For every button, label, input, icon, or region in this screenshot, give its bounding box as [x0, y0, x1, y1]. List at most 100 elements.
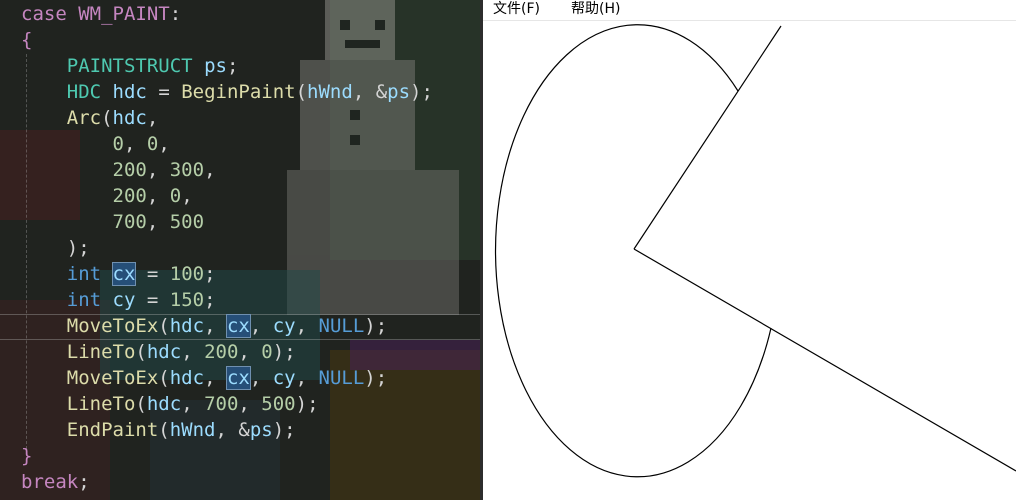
code-line[interactable]: EndPaint(hWnd, &ps); [21, 417, 296, 443]
code-token: HDC [66, 81, 102, 103]
code-token: { [21, 29, 33, 51]
code-token: hdc [146, 393, 182, 415]
code-token: ( [135, 341, 147, 363]
code-token: 500 [261, 393, 296, 415]
code-token: , [249, 367, 273, 389]
code-line[interactable]: MoveToEx(hdc, cx, cy, NULL); [21, 313, 387, 339]
code-token: 700 [204, 393, 239, 415]
code-token: hWnd [169, 419, 216, 441]
code-line[interactable]: 700, 500 [21, 209, 205, 235]
code-token: , & [352, 81, 388, 103]
code-token: , [204, 367, 227, 389]
drawn-line-lower [633, 248, 1016, 472]
code-token: , [295, 315, 319, 337]
code-token: int [66, 289, 102, 311]
code-token: 0 [261, 341, 273, 363]
code-token: cy [272, 367, 296, 389]
code-token: hdc [112, 107, 147, 129]
code-token: , [181, 185, 193, 207]
code-token: ); [364, 315, 388, 337]
code-token: hdc [146, 341, 182, 363]
code-token: ( [158, 367, 170, 389]
code-token: 500 [169, 211, 205, 233]
code-token: NULL [318, 315, 365, 337]
code-token: ); [295, 393, 319, 415]
code-token: ); [364, 367, 388, 389]
code-token: , [123, 133, 147, 155]
drawn-line-upper [633, 25, 782, 250]
code-token: ps [387, 81, 411, 103]
code-line[interactable]: break; [21, 469, 90, 495]
code-line[interactable]: ); [21, 235, 90, 261]
code-token: PAINTSTRUCT [66, 55, 193, 77]
code-token: , [238, 393, 262, 415]
code-token: , [158, 133, 170, 155]
menu-bar: 文件(F) 帮助(H) [483, 0, 1016, 21]
code-token: = [135, 289, 170, 311]
code-line[interactable]: HDC hdc = BeginPaint(hWnd, &ps); [21, 79, 433, 105]
code-line[interactable]: case WM_PAINT: [21, 1, 181, 27]
code-line[interactable]: LineTo(hdc, 700, 500); [21, 391, 319, 417]
snowman-figure [287, 0, 459, 315]
code-line[interactable]: int cy = 150; [21, 287, 216, 313]
code-line[interactable]: PAINTSTRUCT ps; [21, 53, 239, 79]
code-token: hdc [169, 367, 205, 389]
code-token: , [146, 211, 170, 233]
code-token: , [146, 107, 159, 129]
code-token: ); [272, 341, 296, 363]
code-token: cy [112, 289, 136, 311]
code-line[interactable]: 200, 0, [21, 183, 193, 209]
code-token: : [169, 3, 182, 25]
code-token: ); [272, 419, 296, 441]
code-token: cx [111, 262, 137, 286]
code-token: , [249, 315, 273, 337]
code-line[interactable]: } [21, 443, 32, 469]
code-token: ( [101, 107, 113, 129]
code-line[interactable]: 0, 0, [21, 131, 170, 157]
code-line[interactable]: 200, 300, [21, 157, 216, 183]
code-line[interactable]: int cx = 100; [21, 261, 216, 287]
code-token: 100 [169, 263, 205, 285]
code-token: ; [226, 55, 239, 77]
code-line[interactable]: MoveToEx(hdc, cx, cy, NULL); [21, 365, 387, 391]
code-token: , [204, 315, 227, 337]
code-token: ; [204, 289, 216, 311]
code-token: 150 [169, 289, 205, 311]
code-token: , & [215, 419, 250, 441]
menu-file[interactable]: 文件(F) [489, 0, 544, 20]
code-token: int [66, 263, 102, 285]
code-token: 300 [169, 159, 205, 181]
code-token: cx [225, 366, 251, 390]
code-token: ( [158, 315, 170, 337]
code-token: } [21, 445, 33, 467]
code-line[interactable]: Arc(hdc, [21, 105, 159, 131]
code-token: 200 [112, 185, 147, 207]
code-token: ( [158, 419, 170, 441]
code-token: ps [249, 419, 273, 441]
code-token: , [181, 341, 205, 363]
code-editor[interactable]: case WM_PAINT:{ PAINTSTRUCT ps; HDC hdc … [0, 0, 480, 500]
code-token: = [135, 263, 170, 285]
code-token: ps [204, 55, 227, 77]
code-line[interactable]: { [21, 27, 32, 53]
menu-help[interactable]: 帮助(H) [567, 0, 624, 20]
code-line[interactable]: LineTo(hdc, 200, 0); [21, 339, 296, 365]
code-token: hdc [112, 81, 147, 103]
drawn-arc [494, 24, 772, 478]
code-token: 700 [112, 211, 147, 233]
code-token: case [21, 3, 79, 25]
code-token: , [181, 393, 205, 415]
code-token: = [146, 81, 182, 103]
